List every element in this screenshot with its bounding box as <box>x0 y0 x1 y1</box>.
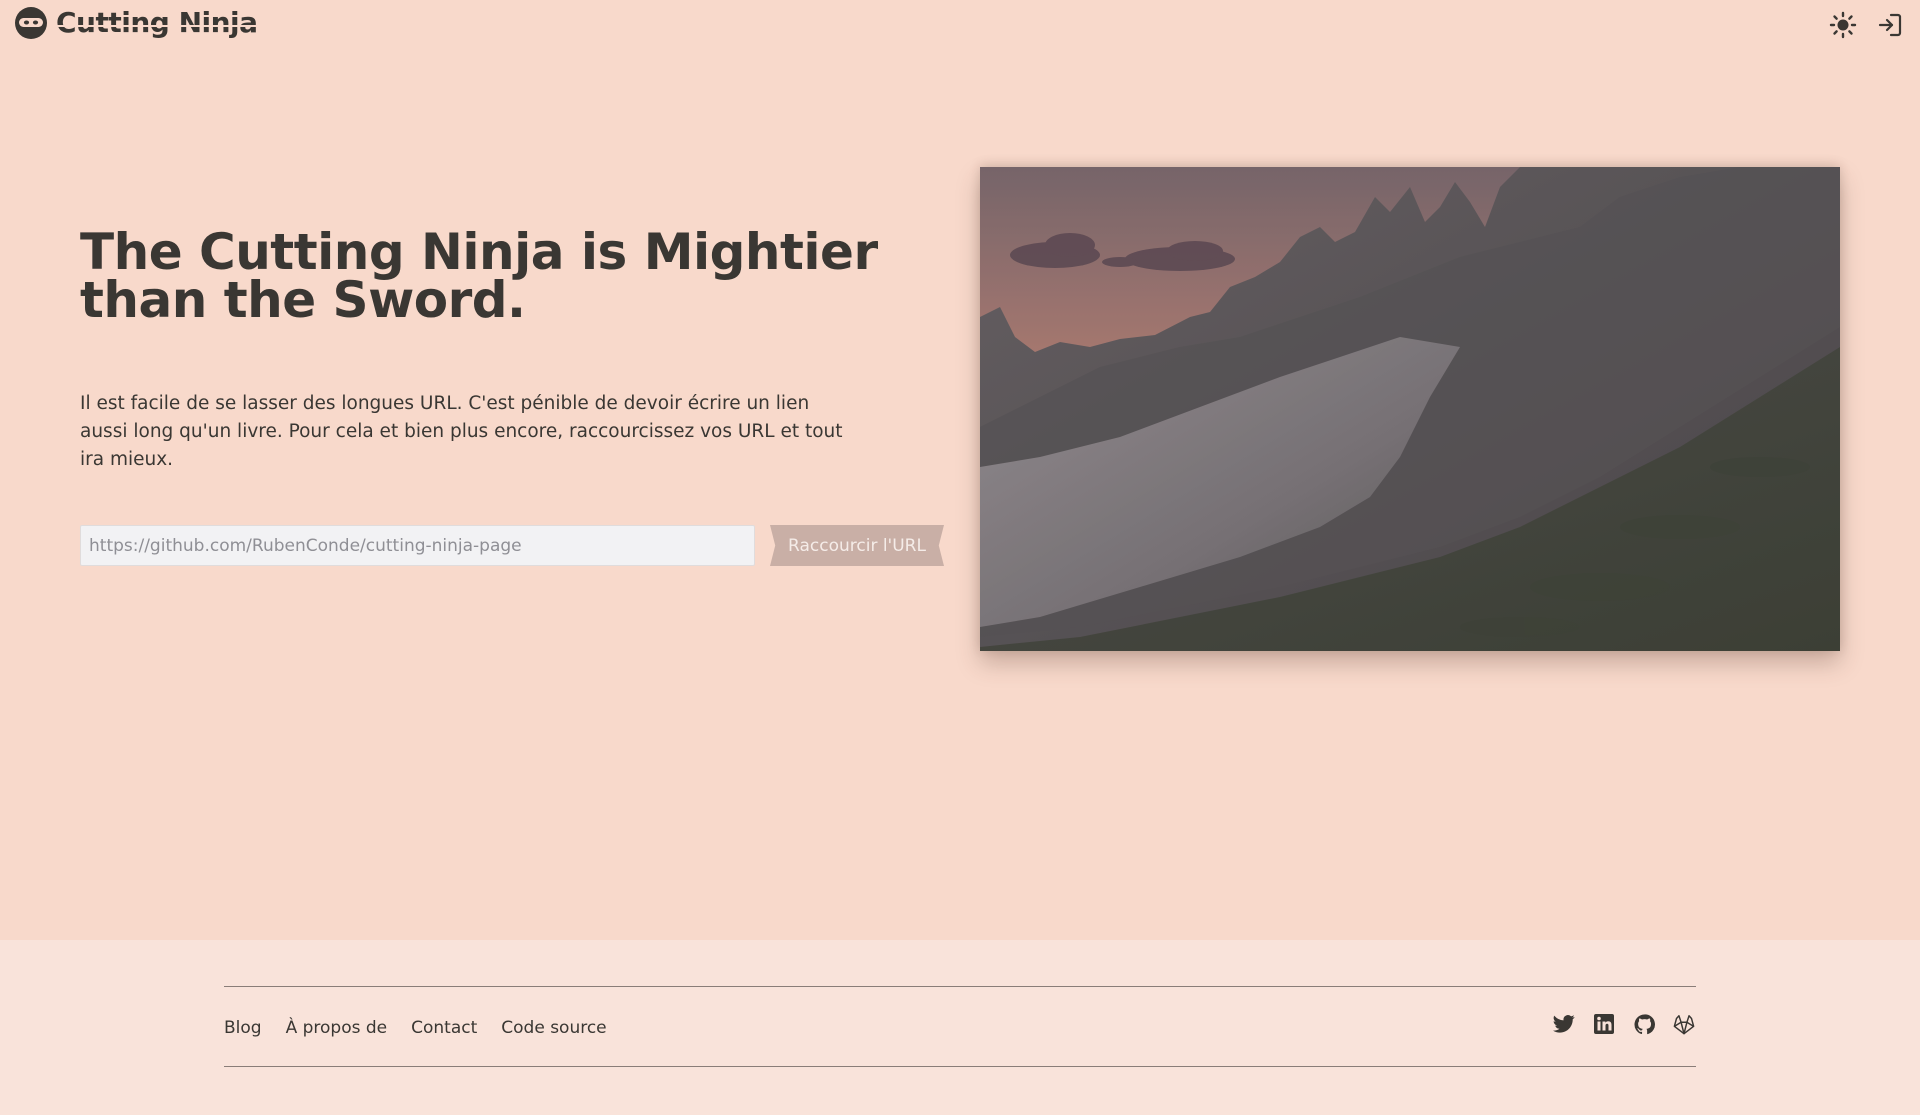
footer-bottom-divider <box>224 1066 1696 1067</box>
shorten-url-button[interactable]: Raccourcir l'URL <box>770 525 944 566</box>
footer-top-divider <box>224 986 1696 987</box>
gitlab-icon <box>1673 1014 1695 1034</box>
ninja-logo-icon <box>15 7 47 39</box>
footer-link-source-code[interactable]: Code source <box>501 1017 606 1039</box>
footer-link-blog[interactable]: Blog <box>224 1017 262 1039</box>
sun-icon <box>1829 11 1857 39</box>
twitter-link[interactable] <box>1552 1012 1576 1036</box>
header: Cutting Ninja <box>0 0 1920 50</box>
footer-link-contact[interactable]: Contact <box>411 1017 477 1039</box>
url-input[interactable] <box>80 525 755 566</box>
github-link[interactable] <box>1632 1012 1656 1036</box>
gitlab-link[interactable] <box>1672 1012 1696 1036</box>
sign-in-icon <box>1878 13 1902 37</box>
hero-title: The Cutting Ninja is Mightier than the S… <box>80 223 878 329</box>
theme-toggle-button[interactable] <box>1826 8 1860 42</box>
login-button[interactable] <box>1873 8 1907 42</box>
footer: Blog À propos de Contact Code source <box>0 940 1920 1115</box>
twitter-icon <box>1553 1015 1575 1033</box>
github-icon <box>1633 1013 1655 1034</box>
footer-nav: Blog À propos de Contact Code source <box>224 1017 607 1039</box>
linkedin-link[interactable] <box>1592 1012 1616 1036</box>
brand-name: Cutting Ninja <box>56 6 258 39</box>
social-links <box>1552 1012 1696 1036</box>
brand-logo-link[interactable]: Cutting Ninja <box>14 6 258 40</box>
linkedin-icon <box>1594 1014 1614 1034</box>
hero-description: Il est facile de se lasser des longues U… <box>80 393 843 470</box>
footer-link-about[interactable]: À propos de <box>286 1017 388 1039</box>
hero-mountain-image <box>980 167 1840 651</box>
